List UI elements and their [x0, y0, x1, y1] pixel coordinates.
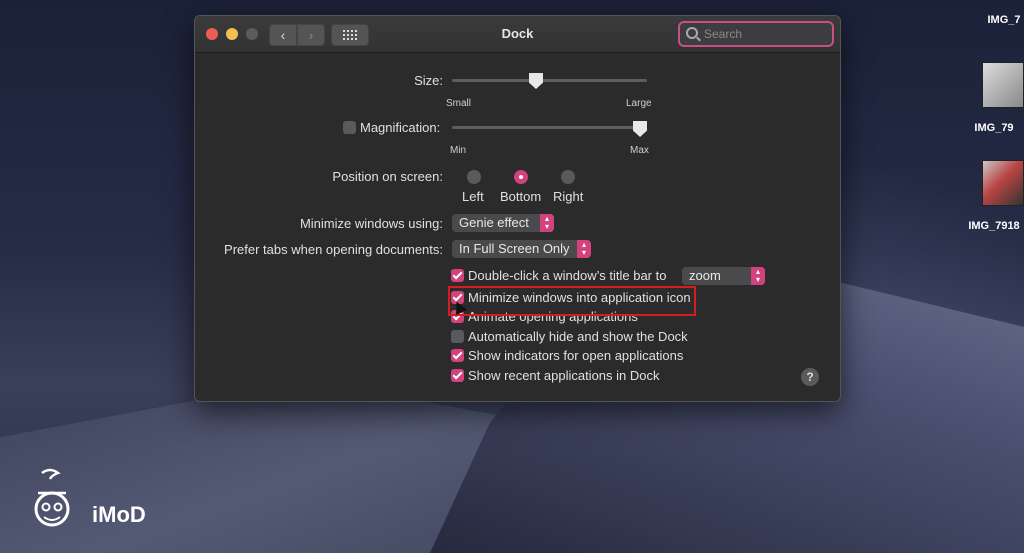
show-recent-label: Show recent applications in Dock	[468, 368, 660, 383]
search-placeholder: Search	[704, 27, 743, 41]
dock-preferences-window: ‹ › Dock Search Size: Small Large Magnif…	[194, 15, 841, 402]
double-click-action-value: zoom	[689, 268, 721, 283]
title-bar[interactable]: ‹ › Dock Search	[195, 16, 840, 53]
position-right-radio[interactable]	[561, 170, 575, 184]
double-click-action-popup[interactable]: zoom ▴ ▾	[682, 267, 765, 285]
file-thumbnail	[982, 160, 1024, 206]
show-indicators-checkbox[interactable]	[451, 349, 464, 362]
imod-watermark: iMoD	[92, 502, 146, 527]
search-field[interactable]: Search	[678, 21, 834, 47]
prefer-tabs-popup[interactable]: In Full Screen Only ▴ ▾	[452, 240, 591, 258]
magnification-checkbox[interactable]	[343, 121, 356, 134]
double-click-label: Double-click a window’s title bar to	[468, 268, 667, 283]
auto-hide-checkbox[interactable]	[451, 330, 464, 343]
annotation-highlight-box	[448, 286, 696, 316]
desktop-file-icon[interactable]: IMG_79	[964, 62, 1024, 134]
auto-hide-label: Automatically hide and show the Dock	[468, 329, 688, 344]
magnification-min-label: Min	[450, 145, 467, 156]
imod-logo-icon	[34, 468, 70, 527]
magnification-slider-knob[interactable]	[633, 121, 647, 137]
size-slider-knob[interactable]	[529, 73, 543, 89]
show-indicators-label: Show indicators for open applications	[468, 348, 684, 363]
popup-arrows-icon: ▴ ▾	[751, 267, 765, 285]
size-label: Size:	[414, 73, 443, 88]
desktop-file-label: IMG_7918	[968, 220, 1020, 232]
prefer-tabs-value: In Full Screen Only	[459, 241, 570, 256]
size-max-label: Large	[626, 98, 652, 109]
position-right-label: Right	[553, 189, 584, 204]
size-slider-track[interactable]	[452, 79, 647, 82]
show-recent-checkbox[interactable]	[451, 369, 464, 382]
position-bottom-label: Bottom	[500, 189, 542, 204]
popup-arrows-icon: ▴ ▾	[540, 214, 554, 232]
minimize-effect-value: Genie effect	[459, 215, 529, 230]
position-left-radio[interactable]	[467, 170, 481, 184]
position-left-label: Left	[462, 189, 484, 204]
popup-arrows-icon: ▴ ▾	[577, 240, 591, 258]
minimize-using-label: Minimize windows using:	[299, 216, 443, 231]
size-min-label: Small	[446, 98, 472, 109]
magnification-label: Magnification:	[360, 120, 441, 135]
help-button[interactable]: ?	[801, 368, 819, 386]
file-thumbnail	[982, 62, 1024, 108]
double-click-checkbox[interactable]	[451, 269, 464, 282]
prefer-tabs-label: Prefer tabs when opening documents:	[224, 242, 443, 257]
search-icon	[686, 27, 698, 39]
minimize-effect-popup[interactable]: Genie effect ▴ ▾	[452, 214, 554, 232]
magnification-slider-track[interactable]	[452, 126, 647, 129]
desktop-file-icon[interactable]: IMG_7918	[964, 160, 1024, 232]
magnification-max-label: Max	[630, 145, 649, 156]
desktop-file-label: IMG_79	[974, 122, 1014, 134]
position-bottom-radio[interactable]	[514, 170, 528, 184]
position-label: Position on screen:	[332, 169, 443, 184]
desktop-file-label: IMG_7	[987, 14, 1021, 26]
desktop-file-icon[interactable]: IMG_7	[984, 14, 1024, 26]
